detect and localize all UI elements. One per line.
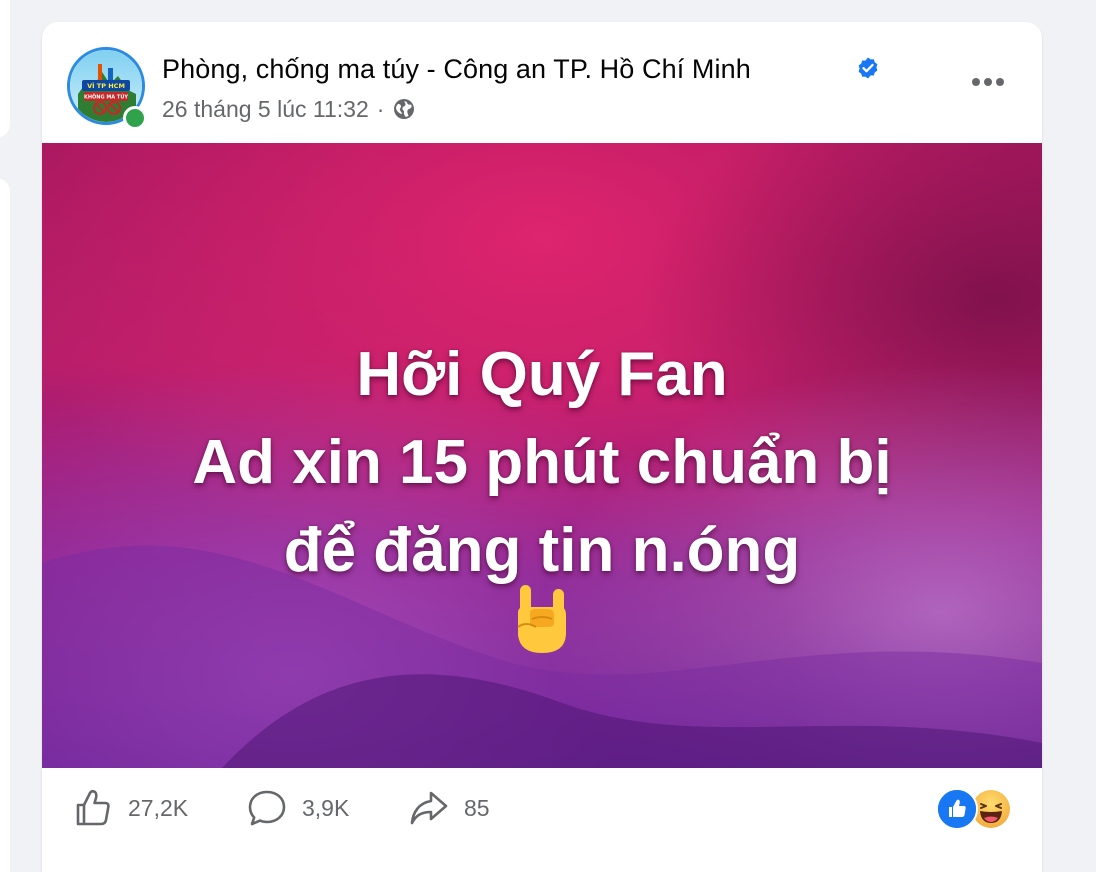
more-horizontal-icon: [972, 78, 1004, 86]
like-outline-icon: [76, 789, 110, 826]
left-panel-stub: [0, 0, 10, 138]
online-status-dot: [123, 106, 147, 130]
meta-separator: ·: [376, 96, 385, 122]
post-image[interactable]: Hỡi Quý Fan Ad xin 15 phút chuẩn bị để đ…: [42, 143, 1042, 768]
like-reaction-icon: [936, 788, 978, 830]
image-line-2: Ad xin 15 phút chuẩn bị: [192, 428, 892, 497]
image-line-3: để đăng tin n.óng: [283, 516, 801, 585]
rock-on-hand-emoji: [517, 585, 566, 653]
image-caption: Hỡi Quý Fan Ad xin 15 phút chuẩn bị để đ…: [42, 331, 1042, 595]
more-options-button[interactable]: [964, 62, 1012, 102]
svg-text:KHÔNG MA TÚY: KHÔNG MA TÚY: [84, 94, 128, 101]
post-header: VÌ TP HCM KHÔNG MA TÚY Phòng, chống ma t…: [42, 22, 1042, 142]
comment-outline-icon: [248, 790, 286, 826]
svg-text:VÌ TP HCM: VÌ TP HCM: [87, 81, 125, 90]
share-count: 85: [464, 794, 490, 821]
like-count: 27,2K: [128, 794, 189, 821]
image-line-1: Hỡi Quý Fan: [356, 340, 728, 409]
comment-count: 3,9K: [302, 794, 350, 821]
share-button[interactable]: 85: [408, 768, 490, 848]
comment-button[interactable]: 3,9K: [246, 768, 349, 848]
post-timestamp[interactable]: 26 tháng 5 lúc 11:32: [162, 94, 369, 124]
globe-icon[interactable]: [392, 97, 416, 121]
page-name-link[interactable]: Phòng, chống ma túy - Công an TP. Hồ Chí…: [162, 52, 751, 86]
feed-page: VÌ TP HCM KHÔNG MA TÚY Phòng, chống ma t…: [0, 0, 1096, 872]
left-panel-stub: [0, 178, 10, 872]
post-footer: 27,2K 3,9K 85: [42, 768, 1042, 858]
post-meta: 26 tháng 5 lúc 11:32 ·: [162, 94, 416, 124]
post-card: VÌ TP HCM KHÔNG MA TÚY Phòng, chống ma t…: [42, 22, 1042, 872]
verified-badge-icon: [858, 57, 878, 79]
reactions-summary[interactable]: [936, 788, 1016, 830]
like-button[interactable]: 27,2K: [72, 768, 188, 848]
share-outline-icon: [410, 791, 448, 825]
